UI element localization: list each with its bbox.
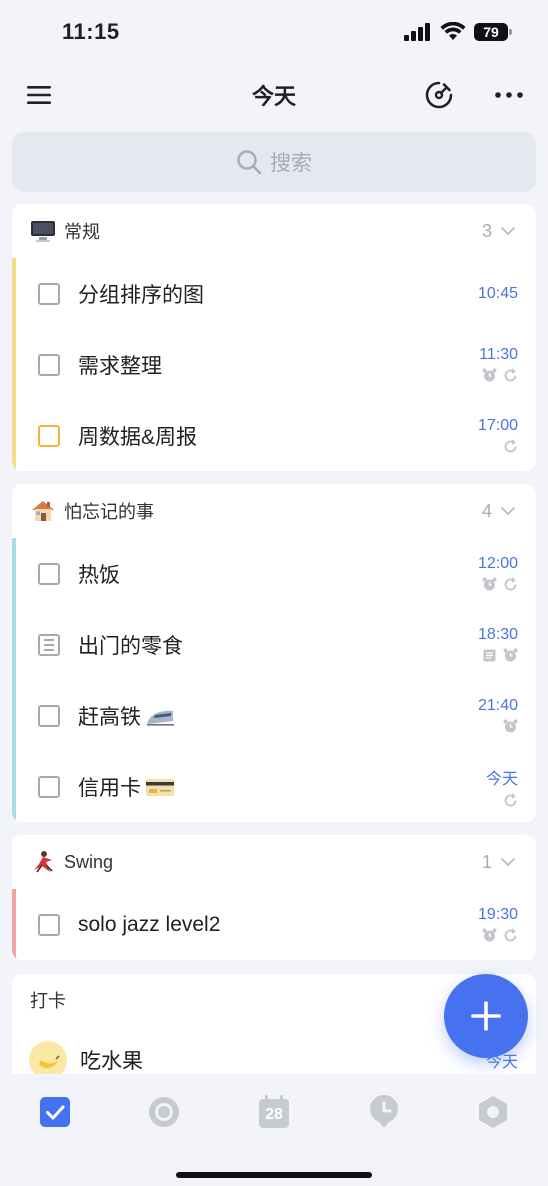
task-time: 12:00 <box>477 555 518 572</box>
search-placeholder: 搜索 <box>270 152 312 175</box>
task-title: 出门的零食 <box>78 634 183 658</box>
hamburger-menu-icon <box>27 86 51 104</box>
group-header[interactable]: Swing 1 <box>12 835 536 889</box>
task-checkbox[interactable] <box>38 775 60 798</box>
dancer-icon <box>34 851 53 873</box>
alarm-clock-icon <box>503 648 518 662</box>
task-row[interactable]: 周数据&周报 17:00 <box>12 400 536 471</box>
group-count: 1 <box>481 851 492 872</box>
group-count: 3 <box>481 220 492 241</box>
alarm-clock-icon <box>503 719 518 733</box>
alarm-clock-icon <box>482 928 497 942</box>
credit-card-icon <box>146 778 174 796</box>
bottom-tab-bar: 28 <box>0 1074 548 1186</box>
chevron-down-icon <box>500 857 516 867</box>
timer-dial-icon <box>425 81 453 109</box>
task-time: 18:30 <box>477 626 518 643</box>
task-checkbox[interactable] <box>38 704 60 727</box>
home-indicator <box>176 1172 372 1178</box>
group-color-bar <box>12 889 16 960</box>
repeat-icon <box>504 793 517 807</box>
task-title: 热饭 <box>78 563 120 587</box>
group-count: 4 <box>481 500 492 521</box>
tab-focus[interactable] <box>134 1090 194 1134</box>
task-row[interactable]: 信用卡 今天 <box>12 751 536 822</box>
tab-calendar[interactable]: 28 <box>244 1090 304 1134</box>
task-time: 今天 <box>485 771 518 788</box>
calendar-day: 28 <box>265 1106 283 1123</box>
group-title: Swing <box>64 851 114 872</box>
status-bar: 11:15 79 <box>0 0 548 64</box>
clock-pin-icon <box>369 1095 398 1128</box>
tab-settings[interactable] <box>463 1090 523 1134</box>
add-task-button[interactable] <box>444 974 528 1058</box>
task-title: 信用卡 <box>78 776 141 800</box>
tab-clock[interactable] <box>354 1090 414 1134</box>
group-title: 怕忘记的事 <box>64 502 154 522</box>
repeat-icon <box>504 439 517 453</box>
note-icon <box>483 649 496 662</box>
group-color-bar <box>12 258 16 471</box>
task-title: solo jazz level2 <box>78 912 221 936</box>
task-row[interactable]: 需求整理 11:30 <box>12 329 536 400</box>
repeat-icon <box>504 577 517 591</box>
task-row[interactable]: 分组排序的图 10:45 <box>12 258 536 329</box>
status-icons: 79 <box>404 22 512 42</box>
search-icon <box>237 150 262 175</box>
task-checkbox[interactable] <box>38 913 60 936</box>
menu-button[interactable] <box>24 80 54 110</box>
task-time: 17:00 <box>477 417 518 434</box>
task-checkbox[interactable] <box>38 424 60 447</box>
plus-icon <box>471 1001 501 1031</box>
focus-target-icon <box>149 1097 180 1127</box>
note-task-checkbox[interactable] <box>38 633 60 656</box>
habit-title: 吃水果 <box>80 1050 143 1073</box>
cellular-signal-icon <box>404 23 430 41</box>
chevron-down-icon <box>500 226 516 236</box>
task-time: 10:45 <box>477 284 518 302</box>
task-time: 19:30 <box>477 906 518 923</box>
task-title: 需求整理 <box>78 354 162 378</box>
task-group-swing: Swing 1 solo jazz level2 19:30 <box>12 835 536 960</box>
more-dots-icon <box>495 92 523 98</box>
task-checkbox[interactable] <box>38 353 60 376</box>
group-title: 常规 <box>64 222 100 242</box>
repeat-icon <box>504 928 517 942</box>
task-title: 赶高铁 <box>78 705 141 729</box>
search-bar[interactable]: 搜索 <box>12 132 536 192</box>
computer-monitor-icon <box>31 221 55 242</box>
task-group-regular: 常规 3 分组排序的图 10:45 需求整理 11:30 周数据&周报 17:0… <box>12 204 536 471</box>
more-options-button[interactable] <box>494 80 524 110</box>
task-row[interactable]: solo jazz level2 19:30 <box>12 889 536 960</box>
alarm-clock-icon <box>482 368 497 382</box>
battery-indicator: 79 <box>474 23 512 41</box>
task-group-dont-forget: 怕忘记的事 4 热饭 12:00 出门的零食 18:30 赶高铁 21:40 信… <box>12 484 536 822</box>
repeat-icon <box>504 368 517 382</box>
task-row[interactable]: 热饭 12:00 <box>12 538 536 609</box>
alarm-clock-icon <box>482 577 497 591</box>
task-row[interactable]: 出门的零食 18:30 <box>12 609 536 680</box>
house-icon <box>32 501 54 521</box>
task-checkbox[interactable] <box>38 282 60 305</box>
task-row[interactable]: 赶高铁 21:40 <box>12 680 536 751</box>
bullet-train-icon <box>147 710 174 726</box>
hexagon-settings-icon <box>479 1096 508 1128</box>
focus-timer-button[interactable] <box>424 80 454 110</box>
task-title: 周数据&周报 <box>78 425 198 449</box>
checkbox-checked-icon <box>39 1097 70 1127</box>
tab-tasks[interactable] <box>25 1090 85 1134</box>
group-color-bar <box>12 538 16 822</box>
status-time: 11:15 <box>62 19 120 44</box>
group-header[interactable]: 常规 3 <box>12 204 536 258</box>
top-bar: 今天 <box>0 68 548 122</box>
chevron-down-icon <box>500 506 516 516</box>
group-header[interactable]: 怕忘记的事 4 <box>12 484 536 538</box>
task-time: 21:40 <box>477 697 518 714</box>
task-time: 11:30 <box>479 346 518 363</box>
group-title: 打卡 <box>30 991 66 1011</box>
task-checkbox[interactable] <box>38 562 60 585</box>
task-title: 分组排序的图 <box>78 283 204 307</box>
wifi-icon <box>440 22 466 40</box>
